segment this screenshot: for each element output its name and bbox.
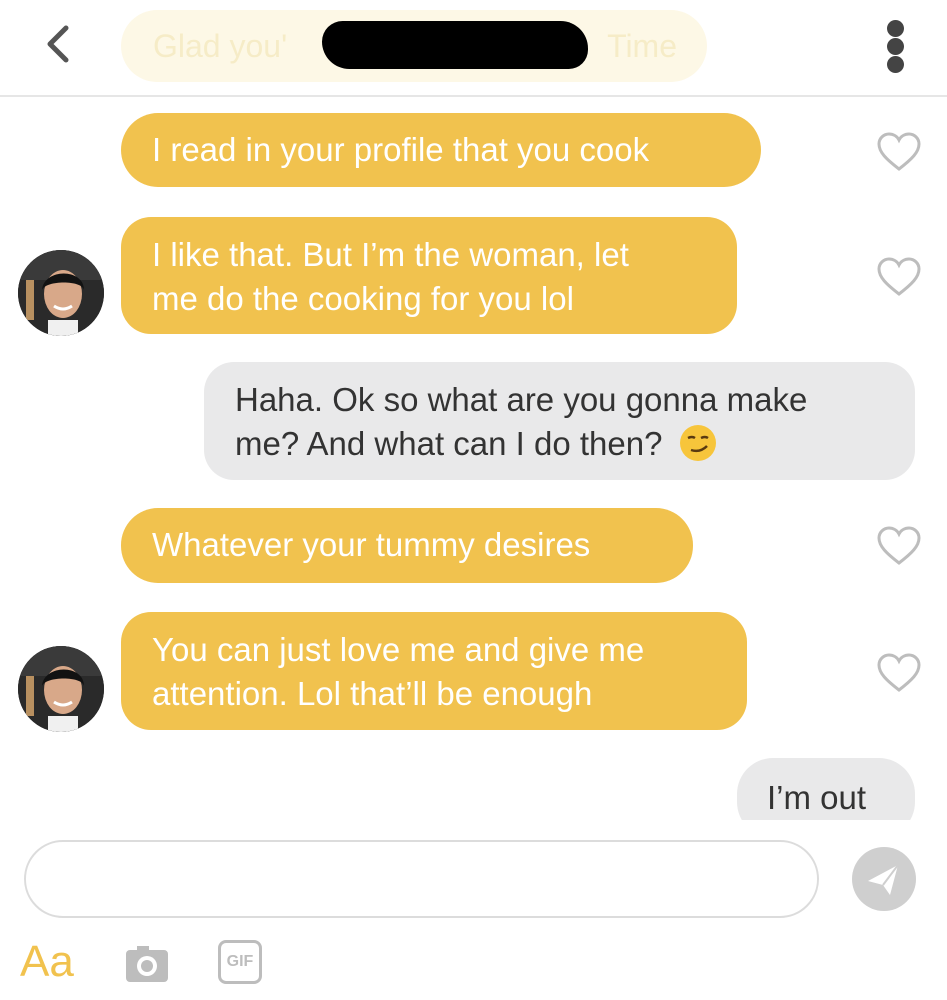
avatar[interactable]	[18, 646, 104, 732]
match-title-start: Glad you'	[153, 28, 288, 64]
camera-icon	[126, 946, 168, 982]
message-input-field[interactable]	[56, 842, 800, 914]
profile-photo	[18, 646, 104, 732]
message-text: Whatever your tummy desires	[152, 526, 591, 563]
message-text-line: me? And what can I do then?	[235, 422, 915, 466]
more-options-button[interactable]	[878, 18, 914, 74]
message-text-line: You can just love me and give me	[152, 631, 645, 668]
more-vertical-icon	[887, 20, 904, 37]
message-text: I read in your profile that you cook	[152, 131, 650, 168]
gif-button[interactable]: GIF	[218, 940, 262, 984]
message-bubble-incoming[interactable]: Whatever your tummy desires	[121, 508, 693, 583]
message-text-line: attention. Lol that’ll be enough	[152, 675, 593, 712]
message-bubble-incoming[interactable]: I read in your profile that you cook	[121, 113, 761, 187]
avatar[interactable]	[18, 250, 104, 336]
back-button[interactable]	[38, 22, 82, 66]
match-title-end: Time	[607, 28, 677, 64]
send-icon	[868, 864, 899, 895]
message-input[interactable]	[24, 840, 819, 918]
camera-button[interactable]	[124, 940, 170, 986]
send-button[interactable]	[852, 847, 916, 911]
message-text-line: I like that. But I’m the woman, let	[152, 236, 629, 273]
heart-icon[interactable]	[876, 525, 922, 567]
heart-icon[interactable]	[876, 256, 922, 298]
message-bubble-incoming[interactable]: I like that. But I’m the woman, let me d…	[121, 217, 737, 334]
chevron-left-icon	[47, 25, 69, 63]
message-text-line: Haha. Ok so what are you gonna make	[235, 381, 808, 418]
heart-icon[interactable]	[876, 652, 922, 694]
message-text-line: me do the cooking for you lol	[152, 280, 574, 317]
smirking-face-emoji	[679, 425, 716, 461]
message-clip: I’m out	[700, 750, 947, 820]
chat-header: Glad you' Time	[0, 0, 947, 97]
profile-photo	[18, 250, 104, 336]
message-bubble-incoming[interactable]: You can just love me and give me attenti…	[121, 612, 747, 730]
heart-icon[interactable]	[876, 131, 922, 173]
text-format-button[interactable]: Aa	[20, 934, 74, 990]
message-bubble-outgoing[interactable]: I’m out	[737, 758, 915, 820]
redaction-mark	[322, 21, 588, 69]
message-text: I’m out	[767, 779, 867, 816]
message-bubble-outgoing[interactable]: Haha. Ok so what are you gonna make me? …	[204, 362, 915, 480]
